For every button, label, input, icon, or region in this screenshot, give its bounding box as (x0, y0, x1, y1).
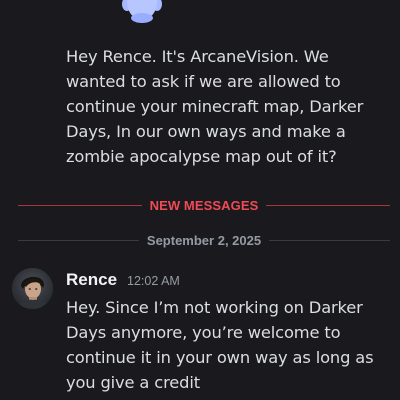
divider-line-right (266, 204, 391, 206)
date-divider: September 2, 2025 (18, 230, 390, 250)
new-messages-divider: NEW MESSAGES (18, 195, 391, 215)
divider-line-left (18, 204, 142, 206)
previous-message-text: Hey Rence. It's ArcaneVision. We wanted … (66, 47, 364, 166)
date-divider-line-left (18, 239, 139, 241)
default-avatar-icon[interactable] (116, 0, 168, 26)
avatar[interactable] (12, 268, 53, 309)
message-timestamp[interactable]: 12:02 AM (127, 274, 180, 288)
new-messages-label: NEW MESSAGES (149, 197, 259, 213)
author-name[interactable]: Rence (66, 270, 117, 290)
reply-message-text: Hey. Since I’m not working on Darker Day… (66, 298, 374, 392)
date-divider-label: September 2, 2025 (146, 232, 262, 248)
date-divider-line-right (269, 239, 390, 241)
message-header: Rence 12:02 AM (66, 270, 180, 294)
